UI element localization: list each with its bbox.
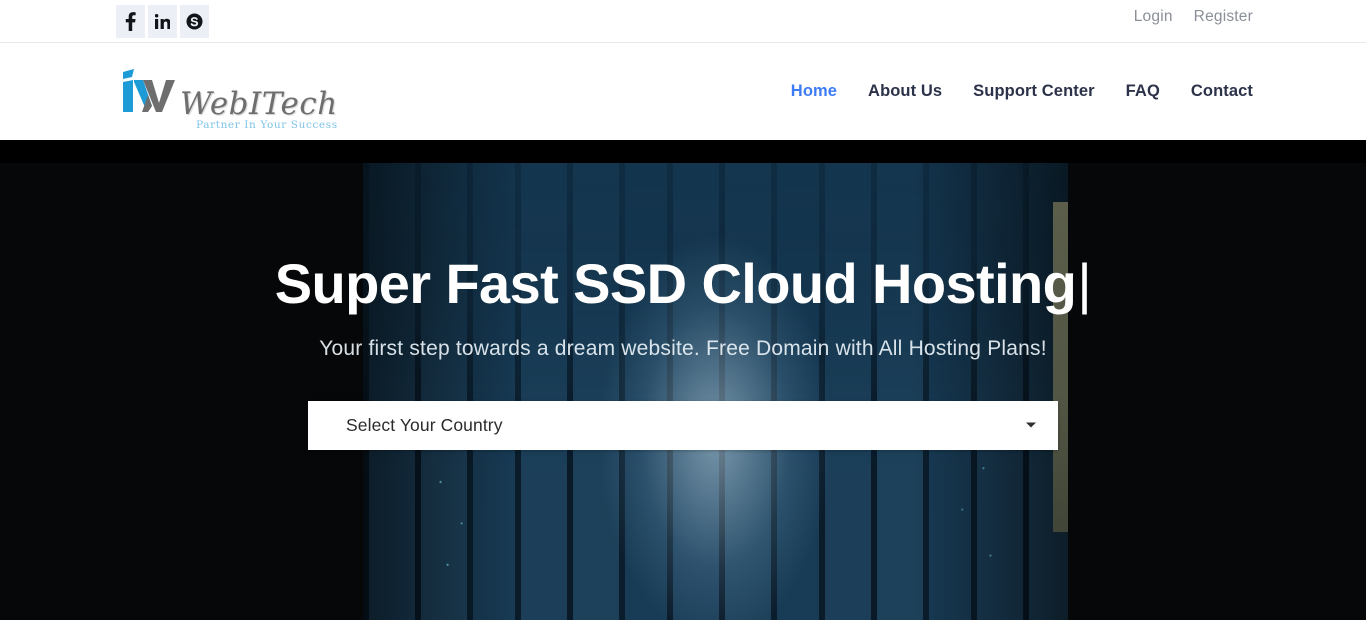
country-select-value: Select Your Country (346, 414, 503, 435)
hero-title-text: Super Fast SSD Cloud Hosting (274, 252, 1077, 315)
logo-wordmark: WebITech (180, 85, 338, 122)
logo-tagline: Partner In Your Success (196, 118, 338, 131)
main-navigation: Home About Us Support Center FAQ Contact (791, 82, 1253, 101)
hero-title: Super Fast SSD Cloud Hosting| (274, 252, 1092, 315)
nav-item-home[interactable]: Home (791, 82, 837, 101)
top-bar: Login Register (0, 0, 1366, 43)
social-links (116, 5, 209, 38)
logo-mark-icon (112, 61, 184, 122)
facebook-icon[interactable] (116, 5, 145, 38)
site-header: WebITech Partner In Your Success Home Ab… (0, 43, 1366, 140)
nav-item-faq[interactable]: FAQ (1126, 82, 1160, 101)
hero-subtitle: Your first step towards a dream website.… (319, 336, 1047, 360)
nav-item-contact[interactable]: Contact (1191, 82, 1253, 101)
nav-item-support-center[interactable]: Support Center (973, 82, 1094, 101)
skype-icon[interactable] (180, 5, 209, 38)
hero-section: Super Fast SSD Cloud Hosting| Your first… (0, 140, 1366, 620)
logo-text: WebITech Partner In Your Success (180, 85, 338, 131)
register-link[interactable]: Register (1194, 8, 1253, 26)
site-logo[interactable]: WebITech Partner In Your Success (112, 61, 338, 131)
hero-content: Super Fast SSD Cloud Hosting| Your first… (0, 140, 1366, 620)
country-select[interactable]: Select Your Country (308, 400, 1058, 450)
typing-caret: | (1077, 252, 1092, 315)
linkedin-icon[interactable] (148, 5, 177, 38)
nav-item-about-us[interactable]: About Us (868, 82, 942, 101)
chevron-down-icon[interactable] (1026, 422, 1036, 428)
account-links: Login Register (1134, 8, 1253, 26)
login-link[interactable]: Login (1134, 8, 1173, 26)
